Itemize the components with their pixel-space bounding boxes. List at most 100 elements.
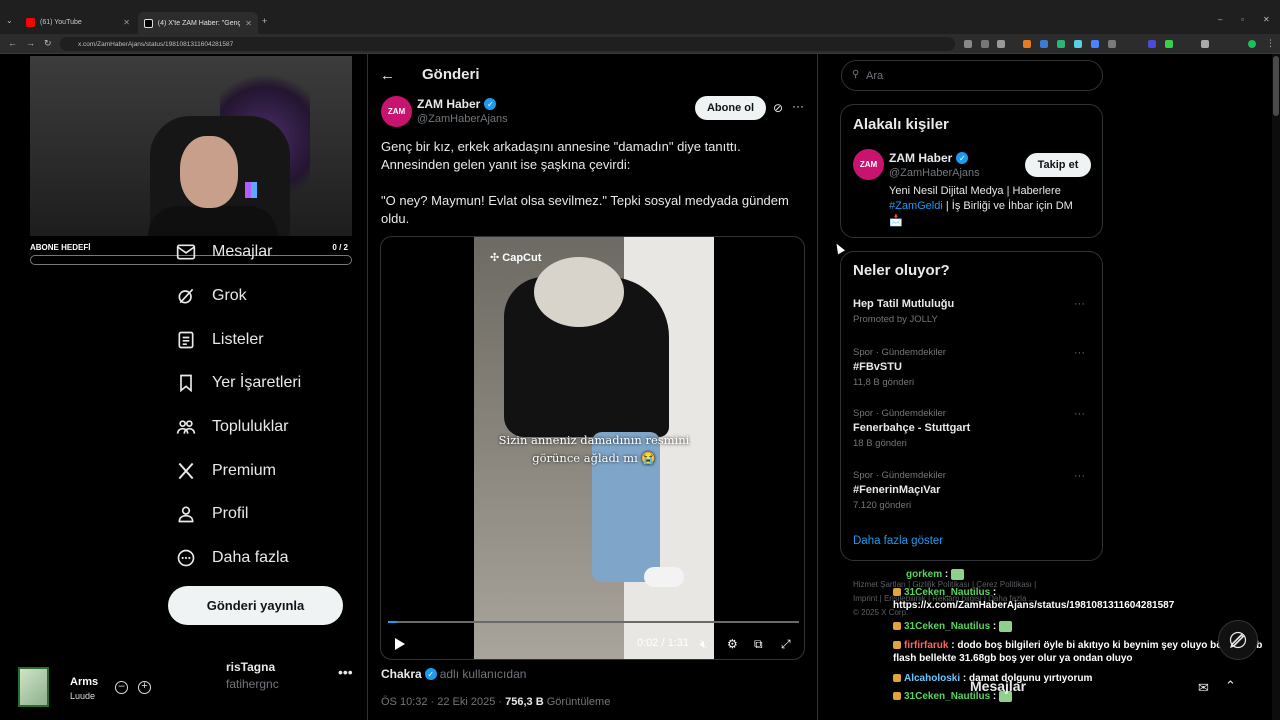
post-views-value: 756,3 B (505, 696, 544, 708)
video-player[interactable]: ✣ CapCut Sizin anneniz damadının resmini… (380, 236, 805, 660)
video-person-hair (534, 257, 624, 327)
video-time: 0:02 / 1:31 (637, 637, 689, 649)
new-message-icon[interactable]: ✉ (1198, 680, 1209, 696)
nav-premium[interactable]: Premium (176, 457, 276, 485)
tab-title: (4) X'te ZAM Haber: "Genç bir k (157, 19, 241, 27)
minimize-icon[interactable]: – (1218, 15, 1222, 24)
trend-context: Spor · Gündemdekiler (853, 408, 946, 419)
trend-item[interactable]: Spor · Gündemdekiler #FBvSTU 11,8 B gönd… (853, 347, 1093, 388)
x-favicon-icon (144, 18, 153, 28)
streamer-head (180, 136, 238, 208)
nav-profile[interactable]: Profil (176, 500, 248, 528)
trend-name: #FBvSTU (853, 361, 902, 373)
post-button[interactable]: Gönderi yayınla (168, 586, 343, 625)
close-tab-icon[interactable]: ✕ (123, 18, 130, 27)
extension-icon[interactable] (1091, 40, 1099, 48)
chat-message: 31Ceken_Nautilus : https://x.com/ZamHabe… (893, 587, 1175, 611)
webcam-overlay (30, 56, 352, 236)
more-options-icon[interactable]: ··· (792, 99, 804, 113)
nav-label: Yer İşaretleri (212, 374, 302, 391)
extensions-puzzle-icon[interactable] (1201, 40, 1209, 48)
nav-communities[interactable]: Topluluklar (176, 413, 288, 441)
watermark-text: CapCut (502, 252, 542, 264)
related-handle[interactable]: @ZamHaberAjans (889, 167, 980, 179)
related-avatar[interactable]: ZAM (853, 149, 884, 180)
bookmark-star-icon[interactable] (997, 40, 1005, 48)
show-more-link[interactable]: Daha fazla göster (853, 535, 943, 547)
trend-context: Spor · Gündemdekiler (853, 347, 946, 358)
close-tab-icon[interactable]: ✕ (245, 19, 252, 28)
trend-item[interactable]: Spor · Gündemdekiler #FenerinMaçıVar 7.1… (853, 470, 1093, 511)
bio-hashtag[interactable]: #ZamGeldi (889, 200, 943, 212)
reload-icon[interactable]: ↻ (44, 38, 52, 49)
author-handle[interactable]: @ZamHaberAjans (417, 113, 508, 125)
account-switcher[interactable]: risTagna fatihergnc (226, 660, 279, 691)
mute-icon[interactable]: 🔇︎ (700, 637, 708, 652)
new-tab-icon[interactable]: + (262, 16, 267, 26)
tab-x-post[interactable]: (4) X'te ZAM Haber: "Genç bir k ✕ (138, 12, 258, 34)
nav-grok[interactable]: Grok (176, 282, 247, 310)
trend-more-icon[interactable]: ··· (1074, 298, 1085, 310)
picture-in-picture-icon[interactable]: ⧉ (754, 637, 763, 652)
messages-drawer-title[interactable]: Mesajlar (970, 678, 1026, 694)
back-arrow-icon[interactable]: ← (380, 67, 395, 84)
back-icon[interactable]: ← (8, 38, 17, 48)
trend-more-icon[interactable]: ··· (1074, 470, 1085, 482)
grok-explain-icon[interactable]: ⊘ (773, 101, 783, 115)
video-progress-fill (388, 621, 398, 623)
nav-label: Topluluklar (212, 418, 289, 435)
forward-icon[interactable]: → (26, 38, 35, 48)
nav-more[interactable]: Daha fazla (176, 544, 289, 572)
nav-label: Mesajlar (212, 243, 273, 260)
tab-list-icon[interactable]: ⌄ (6, 16, 13, 25)
source-suffix: adlı kullanıcıdan (439, 667, 527, 681)
nav-lists[interactable]: Listeler (176, 326, 264, 354)
chat-user: firfirfaruk (904, 640, 949, 651)
plus-circle-icon[interactable]: + (138, 681, 151, 694)
maximize-icon[interactable]: ▫ (1241, 15, 1244, 24)
trend-more-icon[interactable]: ··· (1074, 408, 1085, 420)
close-window-icon[interactable]: ✕ (1263, 15, 1270, 24)
extension-icon[interactable] (1074, 40, 1082, 48)
fullscreen-icon[interactable]: ⤢ (781, 637, 791, 652)
video-frame: ✣ CapCut Sizin anneniz damadının resmini… (474, 237, 714, 659)
goal-count: 0 / 2 (332, 243, 348, 252)
settings-gear-icon[interactable]: ⚙ (727, 637, 738, 651)
author-name[interactable]: ZAM Haber ✓ (417, 97, 497, 111)
trend-more-icon[interactable]: ··· (1074, 347, 1085, 359)
trend-item[interactable]: Hep Tatil Mutluluğu Promoted by JOLLY ··… (853, 298, 1093, 325)
account-more-icon[interactable]: ••• (338, 664, 353, 680)
source-user[interactable]: Chakra (381, 667, 422, 681)
browser-menu-icon[interactable]: ⋮ (1266, 38, 1275, 49)
compose-button[interactable] (1218, 620, 1258, 660)
extension-icon[interactable] (1148, 40, 1156, 48)
expand-up-icon[interactable]: ⌃ (1225, 678, 1236, 694)
extension-icon[interactable] (1165, 40, 1173, 48)
extension-icon[interactable] (1057, 40, 1065, 48)
play-icon[interactable] (391, 636, 407, 652)
extension-icon[interactable] (964, 40, 972, 48)
zoom-icon[interactable] (981, 40, 989, 48)
nav-bookmarks[interactable]: Yer İşaretleri (176, 369, 301, 397)
chat-user: Alcaholoski (904, 673, 961, 684)
extension-icon[interactable] (1040, 40, 1048, 48)
capcut-watermark: ✣ CapCut (490, 252, 542, 264)
extension-icon[interactable] (1023, 40, 1031, 48)
minus-circle-icon[interactable]: – (115, 681, 128, 694)
search-input[interactable]: ⚲ Ara (841, 60, 1103, 91)
follow-button[interactable]: Takip et (1025, 153, 1091, 177)
nav-messages[interactable]: Mesajlar (176, 238, 272, 266)
extension-icon[interactable] (1108, 40, 1116, 48)
post-timestamp[interactable]: ÖS 10:32 · 22 Eki 2025 · (381, 696, 505, 708)
video-progress-bar[interactable] (388, 621, 799, 623)
related-name[interactable]: ZAM Haber ✓ (889, 151, 969, 165)
url-field[interactable]: x.com/ZamHaberAjans/status/1981081311604… (60, 37, 955, 51)
author-avatar[interactable]: ZAM (381, 96, 412, 127)
page-scrollbar[interactable] (1272, 54, 1280, 720)
subscribe-button[interactable]: Abone ol (695, 96, 766, 120)
profile-avatar-icon[interactable] (1248, 40, 1256, 48)
trend-item[interactable]: Spor · Gündemdekiler Fenerbahçe - Stuttg… (853, 408, 1093, 449)
chat-message: 31Ceken_Nautilus : (893, 620, 1273, 633)
scrollbar-thumb[interactable] (1273, 56, 1279, 116)
tab-youtube[interactable]: (61) YouTube ✕ (20, 13, 136, 31)
